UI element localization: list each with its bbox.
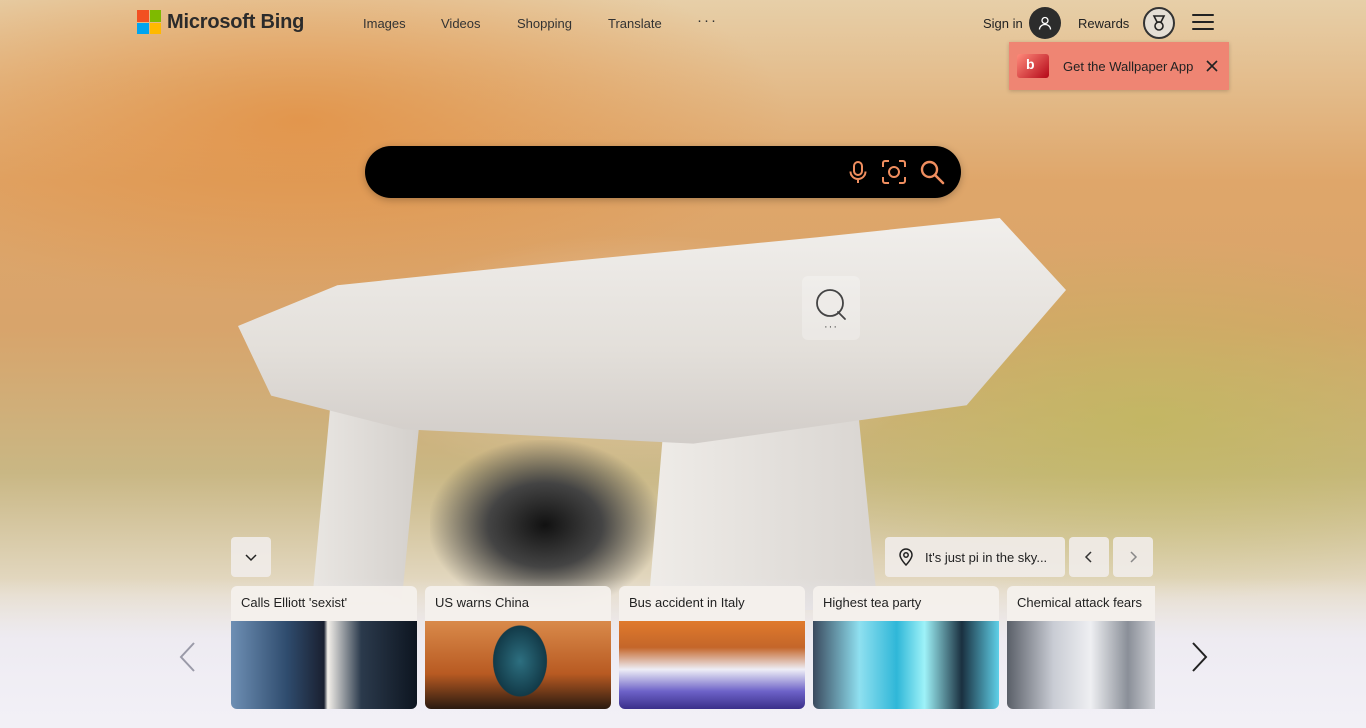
news-card[interactable]: Highest tea party	[813, 586, 999, 709]
image-hotspot-button[interactable]: ···	[802, 276, 860, 340]
nav-translate[interactable]: Translate	[608, 16, 662, 31]
hotspot-search-icon	[816, 289, 846, 320]
brand-name: Microsoft Bing	[167, 10, 305, 33]
chevron-down-icon	[245, 554, 257, 562]
search-input[interactable]	[389, 158, 829, 186]
sign-in-label: Sign in	[983, 15, 1023, 31]
wallpaper-app-promo[interactable]: b Get the Wallpaper App	[1009, 42, 1229, 90]
news-card-image	[1007, 621, 1155, 709]
rewards-button[interactable]: Rewards	[1078, 7, 1176, 39]
news-card[interactable]: Chemical attack fears	[1007, 586, 1155, 709]
news-card-image	[231, 621, 417, 709]
image-title: It's just pi in the sky...	[925, 549, 1048, 565]
hamburger-menu-icon[interactable]	[1192, 14, 1214, 30]
news-card-title: US warns China	[435, 595, 529, 610]
news-card-title: Highest tea party	[823, 595, 922, 610]
carousel-next-button[interactable]	[1187, 640, 1211, 674]
nav-images[interactable]: Images	[363, 16, 406, 31]
news-card-image	[619, 621, 805, 709]
location-pin-icon	[899, 548, 913, 566]
news-card[interactable]: US warns China	[425, 586, 611, 709]
next-image-button[interactable]	[1113, 537, 1153, 577]
nav-shopping[interactable]: Shopping	[517, 16, 572, 31]
nav-videos[interactable]: Videos	[441, 16, 481, 31]
sign-in-button[interactable]: Sign in	[983, 7, 1061, 39]
news-card-image	[813, 621, 999, 709]
top-header: Microsoft Bing Images Videos Shopping Tr…	[0, 0, 1366, 46]
chevron-left-icon	[1084, 551, 1092, 563]
user-avatar-icon	[1028, 7, 1061, 39]
news-card-title: Calls Elliott 'sexist'	[241, 595, 348, 610]
carousel-prev-button[interactable]	[176, 640, 200, 674]
promo-label: Get the Wallpaper App	[1063, 58, 1194, 74]
chevron-right-icon	[1130, 551, 1138, 563]
wallpaper-app-icon: b	[1017, 54, 1049, 78]
nav-more-button[interactable]: ···	[697, 12, 718, 29]
rewards-label: Rewards	[1078, 15, 1130, 31]
visual-search-icon[interactable]	[881, 159, 907, 185]
chevron-left-icon	[179, 642, 195, 672]
hotspot-dots: ···	[824, 321, 838, 333]
rewards-medal-icon	[1143, 7, 1176, 39]
stone-pillar-right	[648, 380, 878, 610]
news-card-image	[425, 621, 611, 709]
search-icon[interactable]	[919, 159, 945, 185]
microphone-icon[interactable]	[845, 159, 871, 185]
news-card[interactable]: Calls Elliott 'sexist'	[231, 586, 417, 709]
stone-pillar-left	[312, 362, 424, 602]
news-card-title: Bus accident in Italy	[629, 595, 745, 610]
chevron-right-icon	[1192, 642, 1208, 672]
news-card-title: Chemical attack fears	[1017, 595, 1142, 610]
previous-image-button[interactable]	[1069, 537, 1109, 577]
news-carousel: Calls Elliott 'sexist' US warns China Bu…	[231, 586, 1155, 709]
news-card[interactable]: Bus accident in Italy	[619, 586, 805, 709]
collapse-feed-button[interactable]	[231, 537, 271, 577]
bing-logo[interactable]: Microsoft Bing	[137, 10, 304, 34]
image-info-button[interactable]: It's just pi in the sky...	[885, 537, 1065, 577]
search-box	[365, 146, 961, 198]
microsoft-logo-icon	[137, 10, 161, 34]
shadow-area	[430, 440, 660, 610]
capstone	[238, 218, 1066, 444]
close-icon[interactable]	[1205, 59, 1219, 73]
